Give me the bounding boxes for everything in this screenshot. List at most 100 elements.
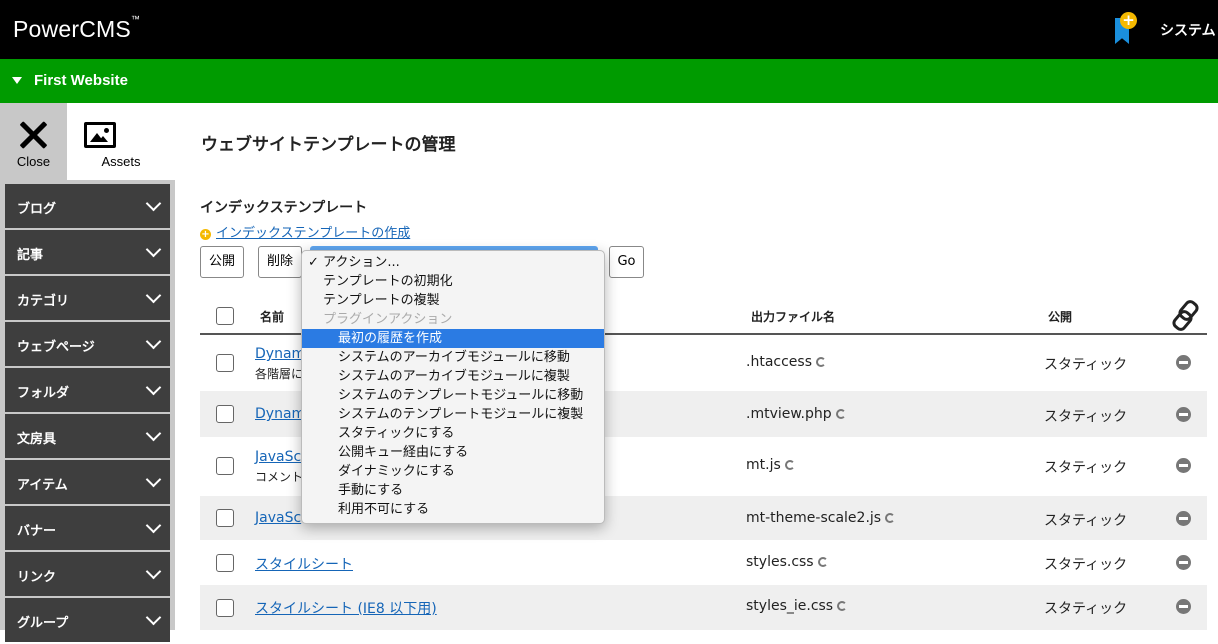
sidebar-menu: ブログ 記事 カテゴリ ウェブページ フォルダ 文房具 アイテム バナー リンク… [5, 184, 170, 644]
option-group-plugin-actions: プラグインアクション [323, 312, 453, 327]
system-menu[interactable]: システム [1160, 20, 1216, 40]
output-filename: .mtview.php [746, 406, 846, 422]
row-checkbox[interactable] [216, 457, 234, 475]
sidebar-item-label: ウェブページ [17, 340, 95, 355]
select-all-checkbox[interactable] [216, 307, 234, 325]
chevron-down-icon [145, 471, 162, 488]
remove-icon[interactable] [1176, 599, 1191, 614]
template-name-link[interactable]: JavaSc [255, 510, 301, 526]
section-title: インデックステンプレート [200, 200, 368, 216]
row-checkbox[interactable] [216, 599, 234, 617]
rebuild-icon[interactable] [835, 409, 846, 419]
go-button[interactable]: Go [609, 246, 644, 278]
publish-type: スタティック [1044, 460, 1128, 476]
row-checkbox[interactable] [216, 405, 234, 423]
publish-type: スタティック [1044, 601, 1128, 617]
close-button[interactable]: Close [0, 103, 67, 180]
option-copy-to-archive-module[interactable]: システムのアーカイブモジュールに複製 [302, 367, 604, 386]
column-output[interactable]: 出力ファイル名 [751, 308, 835, 325]
sidebar-item-label: アイテム [17, 478, 68, 493]
output-filename: styles_ie.css [746, 598, 848, 614]
top-bar: PowerCMS™ + システム [0, 0, 1218, 59]
image-icon [84, 122, 116, 148]
option-action[interactable]: ✓ アクション... [302, 253, 604, 272]
remove-icon[interactable] [1176, 407, 1191, 422]
remove-icon[interactable] [1176, 458, 1191, 473]
chevron-down-icon [145, 517, 162, 534]
chevron-down-icon [145, 425, 162, 442]
publish-type: スタティック [1044, 357, 1128, 373]
option-move-to-archive-module[interactable]: システムのアーカイブモジュールに移動 [302, 348, 604, 367]
publish-type: スタティック [1044, 557, 1128, 573]
page-title: ウェブサイトテンプレートの管理 [201, 135, 456, 155]
option-clone-template[interactable]: テンプレートの複製 [302, 291, 604, 310]
sidebar-item-items[interactable]: アイテム [5, 460, 170, 504]
sidebar-item-label: バナー [17, 524, 57, 539]
row-checkbox[interactable] [216, 554, 234, 572]
template-description: 各階層に [255, 367, 304, 381]
output-filename: styles.css [746, 554, 828, 570]
site-bar[interactable]: First Website [0, 59, 1218, 103]
column-publish[interactable]: 公開 [1048, 308, 1072, 325]
column-name[interactable]: 名前 [260, 308, 284, 325]
sidebar-item-label: カテゴリ [17, 294, 70, 309]
row-checkbox[interactable] [216, 509, 234, 527]
option-create-first-revision[interactable]: 最初の履歴を作成 [302, 329, 604, 348]
option-make-disabled[interactable]: 利用不可にする [302, 500, 604, 519]
close-icon [19, 121, 47, 149]
rebuild-icon[interactable] [885, 513, 896, 523]
sidebar-item-label: 記事 [17, 248, 44, 263]
option-make-dynamic[interactable]: ダイナミックにする [302, 462, 604, 481]
sidebar-item-label: ブログ [17, 202, 57, 217]
template-name-link[interactable]: スタイルシート [255, 554, 353, 574]
sidebar-item-webpages[interactable]: ウェブページ [5, 322, 170, 366]
caret-down-icon [12, 77, 22, 84]
rebuild-icon[interactable] [816, 357, 826, 367]
template-name-link[interactable]: JavaSc [255, 449, 301, 465]
chevron-down-icon [145, 241, 162, 258]
bookmark-add-icon[interactable]: + [1112, 12, 1137, 46]
checkmark-icon: ✓ [308, 255, 319, 270]
option-make-static[interactable]: スタティックにする [302, 424, 604, 443]
delete-button[interactable]: 削除 [258, 246, 302, 278]
add-icon: + [200, 229, 211, 240]
assets-button[interactable]: Assets [67, 103, 175, 180]
sidebar-item-entries[interactable]: 記事 [5, 230, 170, 274]
output-filename: mt.js [746, 457, 795, 473]
sidebar-item-blog[interactable]: ブログ [5, 184, 170, 228]
publish-button[interactable]: 公開 [200, 246, 244, 278]
sidebar-item-stationery[interactable]: 文房具 [5, 414, 170, 458]
rebuild-icon[interactable] [784, 460, 795, 470]
sidebar-item-categories[interactable]: カテゴリ [5, 276, 170, 320]
remove-icon[interactable] [1176, 555, 1191, 570]
create-index-template-link[interactable]: + インデックステンプレートの作成 [200, 222, 410, 241]
sidebar-item-label: 文房具 [17, 432, 57, 447]
sidebar-item-banners[interactable]: バナー [5, 506, 170, 550]
remove-icon[interactable] [1176, 355, 1191, 370]
row-checkbox[interactable] [216, 354, 234, 372]
publish-type: スタティック [1044, 409, 1128, 425]
publish-type: スタティック [1044, 513, 1128, 529]
option-copy-to-template-module[interactable]: システムのテンプレートモジュールに複製 [302, 405, 604, 424]
chevron-down-icon [145, 287, 162, 304]
rebuild-icon[interactable] [817, 557, 828, 567]
template-description: コメント [255, 470, 304, 484]
remove-icon[interactable] [1176, 511, 1191, 526]
rebuild-icon[interactable] [837, 601, 848, 611]
sidebar-item-label: フォルダ [17, 386, 70, 401]
sidebar-item-label: グループ [17, 616, 69, 631]
sidebar-item-folders[interactable]: フォルダ [5, 368, 170, 412]
assets-label: Assets [101, 154, 141, 169]
sidebar-item-groups[interactable]: グループ [5, 598, 170, 642]
chevron-down-icon [145, 333, 162, 350]
option-publish-queue[interactable]: 公開キュー経由にする [302, 443, 604, 462]
option-initialize-template[interactable]: テンプレートの初期化 [302, 272, 604, 291]
option-move-to-template-module[interactable]: システムのテンプレートモジュールに移動 [302, 386, 604, 405]
table-row: スタイルシート styles.css スタティック [200, 540, 1207, 585]
template-name-link[interactable]: スタイルシート (IE8 以下用) [255, 598, 437, 618]
powercms-logo[interactable]: PowerCMS™ [13, 14, 140, 43]
option-make-manual[interactable]: 手動にする [302, 481, 604, 500]
sidebar-item-links[interactable]: リンク [5, 552, 170, 596]
chevron-down-icon [145, 609, 162, 626]
sidebar-item-label: リンク [17, 570, 57, 585]
